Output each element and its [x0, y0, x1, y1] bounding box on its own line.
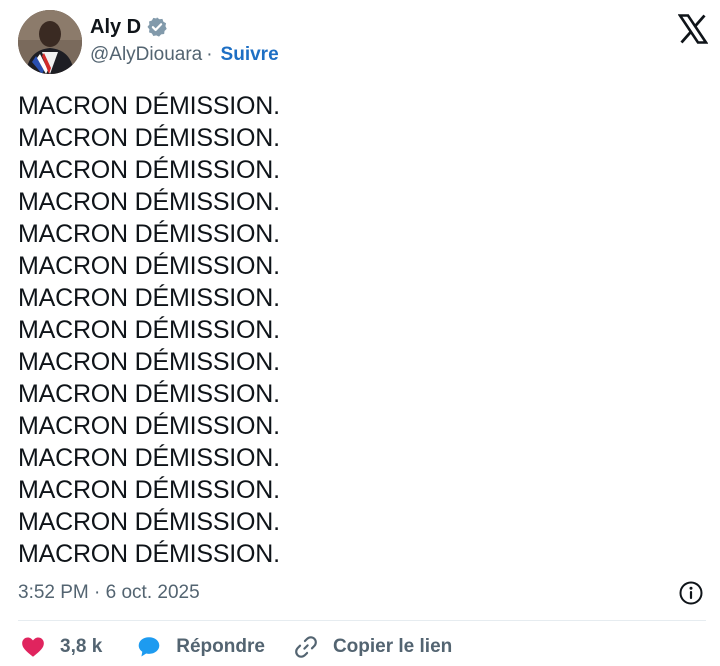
like-button[interactable]: 3,8 k [20, 634, 102, 660]
author-handle[interactable]: @AlyDiouara [90, 44, 202, 66]
tweet-text-line: MACRON DÉMISSION. [18, 348, 280, 376]
tweet-text-line: MACRON DÉMISSION. [18, 476, 280, 504]
follow-button[interactable]: Suivre [221, 44, 279, 66]
tweet-text-line: MACRON DÉMISSION. [18, 380, 280, 408]
reply-button[interactable]: Répondre [136, 634, 265, 660]
divider [18, 620, 706, 621]
copy-link-label: Copier le lien [332, 636, 453, 657]
author-info: Aly D @AlyDiouara · Suivre [90, 14, 279, 66]
tweet-text-line: MACRON DÉMISSION. [18, 316, 280, 344]
avatar[interactable] [18, 10, 82, 74]
display-name-row: Aly D [90, 14, 279, 40]
tweet-text-line: MACRON DÉMISSION. [18, 508, 280, 536]
tweet-card: Aly D @AlyDiouara · Suivre MACRON DÉMISS… [0, 0, 720, 666]
tweet-timestamp[interactable]: 3:52 PM · 6 oct. 2025 [18, 582, 200, 604]
tweet-header: Aly D @AlyDiouara · Suivre [18, 10, 709, 74]
separator: · [206, 44, 213, 65]
action-bar: 3,8 k Répondre Copier le lien [20, 630, 452, 664]
tweet-text-line: MACRON DÉMISSION. [18, 252, 280, 280]
tweet-text-line: MACRON DÉMISSION. [18, 188, 280, 216]
handle-row: @AlyDiouara · Suivre [90, 44, 279, 66]
reply-label: Répondre [176, 636, 265, 657]
tweet-text-line: MACRON DÉMISSION. [18, 284, 280, 312]
heart-icon [20, 634, 46, 660]
verified-badge-icon [146, 16, 168, 38]
avatar-image [18, 10, 82, 74]
tweet-text-line: MACRON DÉMISSION. [18, 444, 280, 472]
x-logo-icon[interactable] [677, 14, 709, 44]
link-icon [293, 634, 319, 660]
speech-bubble-icon [136, 634, 162, 660]
tweet-text-line: MACRON DÉMISSION. [18, 412, 280, 440]
timestamp-row: 3:52 PM · 6 oct. 2025 [18, 580, 706, 606]
author-display-name[interactable]: Aly D [90, 16, 141, 39]
tweet-text: MACRON DÉMISSION. MACRON DÉMISSION. MACRON… [18, 90, 698, 570]
tweet-text-line: MACRON DÉMISSION. [18, 540, 280, 568]
tweet-text-line: MACRON DÉMISSION. [18, 124, 280, 152]
tweet-text-line: MACRON DÉMISSION. [18, 156, 280, 184]
tweet-text-line: MACRON DÉMISSION. [18, 220, 280, 248]
tweet-text-line: MACRON DÉMISSION. [18, 92, 280, 120]
copy-link-button[interactable]: Copier le lien [293, 634, 452, 660]
info-icon[interactable] [678, 580, 704, 606]
like-count: 3,8 k [60, 636, 103, 657]
